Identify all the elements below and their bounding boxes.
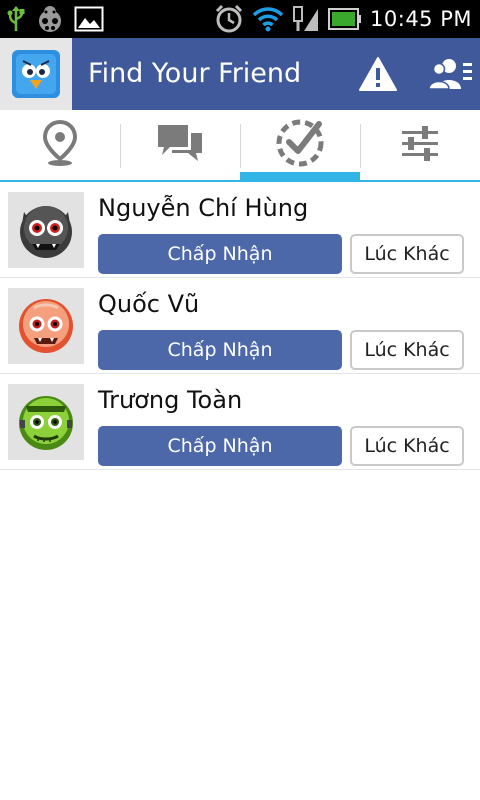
usb-icon	[6, 5, 26, 33]
later-button[interactable]: Lúc Khác	[350, 234, 464, 274]
friend-name: Quốc Vũ	[98, 290, 200, 318]
avatar	[8, 192, 84, 268]
selected-tab-indicator	[240, 172, 360, 180]
warning-icon[interactable]	[356, 52, 400, 96]
later-button[interactable]: Lúc Khác	[350, 330, 464, 370]
friend-name: Trương Toàn	[98, 386, 243, 414]
accept-button[interactable]: Chấp Nhận	[98, 234, 342, 274]
tab-settings[interactable]	[360, 110, 480, 180]
wifi-icon	[252, 6, 284, 32]
settings-sliders-icon	[398, 123, 442, 167]
friend-request-list: Nguyễn Chí Hùng Chấp Nhận Lúc Khác Quốc …	[0, 182, 480, 470]
list-item: Nguyễn Chí Hùng Chấp Nhận Lúc Khác	[0, 182, 480, 278]
chat-icon	[156, 121, 204, 169]
bug-icon	[34, 5, 66, 33]
list-item: Trương Toàn Chấp Nhận Lúc Khác	[0, 374, 480, 470]
avatar	[8, 384, 84, 460]
app-title: Find Your Friend	[88, 58, 302, 89]
battery-icon	[328, 7, 362, 31]
accept-button[interactable]: Chấp Nhận	[98, 426, 342, 466]
list-item: Quốc Vũ Chấp Nhận Lúc Khác	[0, 278, 480, 374]
check-circle-icon	[275, 118, 325, 172]
tab-location[interactable]	[0, 110, 120, 180]
signal-icon	[292, 5, 320, 33]
alarm-icon	[214, 4, 244, 34]
friend-name: Nguyễn Chí Hùng	[98, 194, 309, 222]
accept-button[interactable]: Chấp Nhận	[98, 330, 342, 370]
tab-requests[interactable]	[240, 110, 360, 180]
location-icon	[40, 119, 80, 171]
later-button[interactable]: Lúc Khác	[350, 426, 464, 466]
clock-time: 10:45 PM	[370, 7, 472, 31]
image-icon	[74, 6, 104, 32]
tab-chat[interactable]	[120, 110, 240, 180]
friends-list-icon[interactable]	[426, 52, 474, 96]
avatar	[8, 288, 84, 364]
action-bar: Find Your Friend	[0, 38, 480, 110]
tab-bar	[0, 110, 480, 182]
status-bar: 10:45 PM	[0, 0, 480, 38]
app-logo-icon[interactable]	[0, 38, 72, 110]
